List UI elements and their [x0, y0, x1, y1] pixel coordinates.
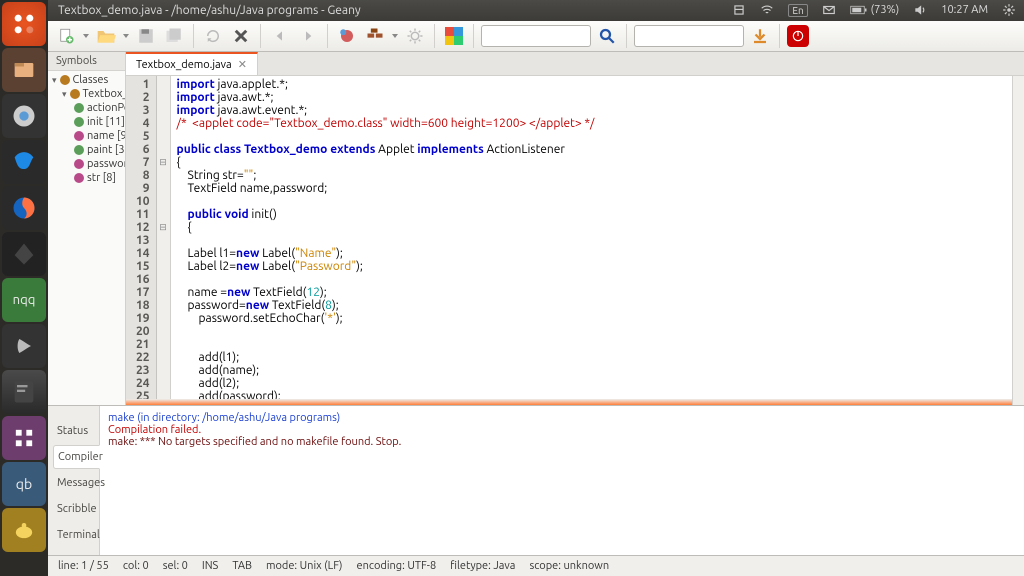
- nqq-icon[interactable]: nqq: [2, 278, 46, 322]
- color-button[interactable]: [442, 24, 466, 48]
- inkscape-icon[interactable]: [2, 232, 46, 276]
- geany-icon[interactable]: [2, 370, 46, 414]
- back-button[interactable]: [268, 24, 292, 48]
- dash-icon[interactable]: [2, 2, 46, 46]
- unity-launcher: nqq qb: [0, 0, 48, 576]
- statusbar: line: 1 / 55 col: 0 sel: 0 INS TAB mode:…: [48, 555, 1024, 576]
- message-window: StatusCompilerMessagesScribbleTerminal m…: [48, 405, 1024, 555]
- search-button[interactable]: [595, 24, 619, 48]
- tab-label: Textbox_demo.java: [136, 59, 232, 71]
- symbols-header[interactable]: Symbols: [48, 52, 125, 71]
- system-indicators: En (73%) 10:27 AM: [732, 3, 1016, 17]
- tree-member[interactable]: actionPer: [48, 101, 125, 115]
- show-apps-icon[interactable]: [2, 416, 46, 460]
- message-line[interactable]: make: *** No targets specified and no ma…: [108, 436, 1016, 448]
- tree-member[interactable]: password: [48, 157, 125, 171]
- msg-tab-scribble[interactable]: Scribble: [52, 497, 99, 521]
- message-tabs: StatusCompilerMessagesScribbleTerminal: [48, 406, 100, 555]
- mail-icon[interactable]: [822, 3, 836, 17]
- tree-class-item[interactable]: ▾Textbox_de: [48, 87, 125, 101]
- dropdown-icon[interactable]: [82, 27, 90, 45]
- dropdown-icon[interactable]: [122, 27, 130, 45]
- symbols-tree: ▾Classes ▾Textbox_deactionPerinit [11]na…: [48, 71, 125, 187]
- status-line: line: 1 / 55: [58, 560, 109, 572]
- status-sel: sel: 0: [163, 560, 188, 572]
- status-ins[interactable]: INS: [202, 560, 218, 572]
- dropdown-icon[interactable]: [391, 27, 399, 45]
- forward-button[interactable]: [296, 24, 320, 48]
- vertical-scrollbar[interactable]: [1012, 76, 1024, 405]
- open-file-button[interactable]: [94, 24, 118, 48]
- status-mode: mode: Unix (LF): [266, 560, 343, 572]
- editor-tabs: Textbox_demo.java ✕: [126, 52, 1024, 76]
- compile-button[interactable]: [335, 24, 359, 48]
- code-area[interactable]: import java.applet.*;import java.awt.*;i…: [171, 76, 601, 405]
- save-all-button[interactable]: [162, 24, 186, 48]
- msg-tab-compiler[interactable]: Compiler: [53, 445, 100, 469]
- settings-icon[interactable]: [2, 324, 46, 368]
- window-title: Textbox_demo.java - /home/ashu/Java prog…: [58, 4, 361, 17]
- line-gutter: 1234567891011121314151617181920212223242…: [126, 76, 157, 405]
- message-output[interactable]: make (in directory: /home/ashu/Java prog…: [100, 406, 1024, 555]
- teapot-icon[interactable]: [2, 508, 46, 552]
- status-enc: encoding: UTF-8: [357, 560, 437, 572]
- toolbar: [48, 21, 1024, 52]
- status-tab[interactable]: TAB: [232, 560, 252, 572]
- fold-gutter[interactable]: ⊟⊟: [157, 76, 171, 405]
- msg-tab-messages[interactable]: Messages: [52, 471, 99, 495]
- save-button[interactable]: [134, 24, 158, 48]
- chromium-icon[interactable]: [2, 94, 46, 138]
- execute-button[interactable]: [403, 24, 427, 48]
- horizontal-scrollbar-highlight[interactable]: [126, 399, 1012, 405]
- build-button[interactable]: [363, 24, 387, 48]
- status-col: col: 0: [123, 560, 149, 572]
- close-icon[interactable]: ✕: [238, 58, 247, 71]
- search-input[interactable]: [481, 25, 591, 47]
- msg-tab-status[interactable]: Status: [52, 419, 99, 443]
- thunderbird-icon[interactable]: [2, 140, 46, 184]
- firefox-icon[interactable]: [2, 186, 46, 230]
- editor-body[interactable]: 1234567891011121314151617181920212223242…: [126, 76, 1024, 405]
- goto-button[interactable]: [748, 24, 772, 48]
- message-line[interactable]: Compilation failed.: [108, 424, 1016, 436]
- status-filetype: filetype: Java: [450, 560, 515, 572]
- symbols-pane: Symbols ▾Classes ▾Textbox_deactionPerini…: [48, 52, 126, 405]
- editor-pane: Textbox_demo.java ✕ 12345678910111213141…: [126, 52, 1024, 405]
- reload-button[interactable]: [201, 24, 225, 48]
- close-button[interactable]: [229, 24, 253, 48]
- sound-icon[interactable]: [913, 3, 927, 17]
- tree-member[interactable]: init [11]: [48, 115, 125, 129]
- quit-button[interactable]: [787, 25, 809, 47]
- tab-textbox-demo[interactable]: Textbox_demo.java ✕: [126, 52, 258, 75]
- message-line[interactable]: make (in directory: /home/ashu/Java prog…: [108, 412, 1016, 424]
- msg-tab-terminal[interactable]: Terminal: [52, 523, 99, 547]
- tree-member[interactable]: str [8]: [48, 171, 125, 185]
- status-scope: scope: unknown: [529, 560, 609, 572]
- battery-indicator[interactable]: (73%): [850, 4, 900, 16]
- files-icon[interactable]: [2, 48, 46, 92]
- tree-member[interactable]: name [9]: [48, 129, 125, 143]
- gear-icon[interactable]: [1002, 3, 1016, 17]
- keyboard-lang[interactable]: En: [788, 4, 807, 17]
- clock[interactable]: 10:27 AM: [941, 4, 988, 16]
- tree-classes[interactable]: ▾Classes: [48, 73, 125, 87]
- tree-member[interactable]: paint [38: [48, 143, 125, 157]
- wifi-icon[interactable]: [760, 3, 774, 17]
- window-shade-icon[interactable]: [732, 3, 746, 17]
- new-file-button[interactable]: [54, 24, 78, 48]
- qbittorrent-icon[interactable]: qb: [2, 462, 46, 506]
- goto-input[interactable]: [634, 25, 744, 47]
- titlebar: Textbox_demo.java - /home/ashu/Java prog…: [48, 0, 1024, 21]
